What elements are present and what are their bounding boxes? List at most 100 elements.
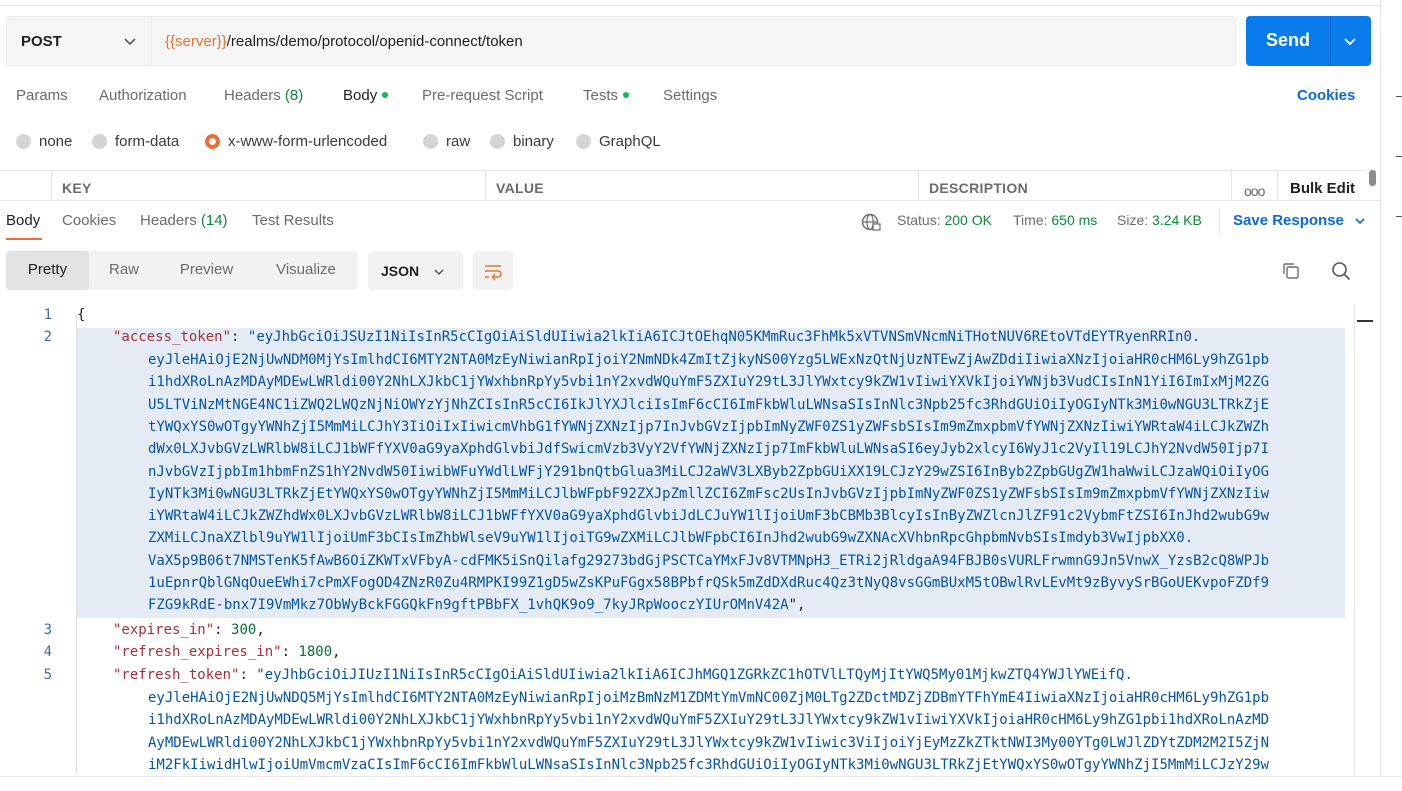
json-string-part: i1hdXRoLnAzMDAyMDEwLWRldi00Y2NhLXJkbC1jY…: [148, 712, 1270, 729]
save-response-button[interactable]: Save Response: [1233, 212, 1366, 229]
copy-icon[interactable]: [1281, 261, 1301, 281]
resp-tab-cookies[interactable]: Cookies: [62, 212, 116, 229]
code-line-wrap: VaX5p9B06t7NMSTenK5fAwB6OiZKWTxVFbyA-cdF…: [148, 553, 1269, 569]
response-time: Time: 650 ms: [1013, 212, 1097, 228]
radio-label: none: [39, 133, 73, 150]
send-button[interactable]: Send: [1246, 16, 1371, 66]
tab-label: Body: [343, 87, 378, 104]
body-type-raw[interactable]: raw: [423, 133, 470, 150]
tab-tests[interactable]: Tests: [583, 87, 630, 104]
code-line-wrap: eyJleHAiOjE2NjUwNDQ5MjYsImlhdCI6MTY2NTA0…: [148, 690, 1269, 706]
method-label: POST: [21, 32, 62, 50]
url-input[interactable]: {{server}}/realms/demo/protocol/openid-c…: [151, 16, 1236, 66]
params-table-header: KEY VALUE DESCRIPTION ooo Bulk Edit: [0, 170, 1366, 201]
json-string-part: FZG9kRdE-bnx7I9VmMkz7ObWyBckFGGQkFn9gftP…: [148, 597, 789, 614]
tab-label: Cookies: [62, 212, 117, 229]
line-number: 5: [43, 667, 52, 683]
json-string-part: AyMDEwLWRldi00Y2NhLXJkbC1jYWxhbnRpYy5vbi…: [148, 734, 1270, 751]
tab-authorization[interactable]: Authorization: [99, 87, 187, 104]
tab-label: Pre-request Script: [422, 87, 543, 104]
scrollbar-thumb[interactable]: [1369, 170, 1376, 186]
view-pretty[interactable]: Pretty: [6, 251, 89, 290]
column-value: VALUE: [485, 171, 918, 201]
view-raw[interactable]: Raw: [89, 251, 159, 290]
json-string: "eyJhbGciOiJIUzI1NiIsInR5cCIgOiAiSldUIiw…: [256, 667, 1133, 683]
radio-icon: [92, 134, 107, 149]
globe-icon[interactable]: [861, 212, 881, 232]
search-icon[interactable]: [1331, 261, 1351, 281]
body-type-urlencoded[interactable]: x-www-form-urlencoded: [205, 133, 387, 150]
url-path: /realms/demo/protocol/openid-connect/tok…: [226, 32, 523, 50]
radio-label: GraphQL: [599, 133, 661, 150]
json-string-part: tYWQxYS0wOTgyYWNhZjI5MmMiLCJhY3IiOiIxIiw…: [148, 418, 1270, 435]
tab-label: Tests: [583, 87, 619, 104]
tab-body[interactable]: Body: [343, 87, 389, 104]
line-number: 3: [43, 622, 52, 638]
response-body-viewer[interactable]: 1 { 2 "access_token": "eyJhbGciOiJSUzI1N…: [0, 304, 1350, 774]
more-options-icon[interactable]: ooo: [1244, 183, 1265, 199]
radio-icon: [16, 134, 31, 149]
json-string-part: eyJleHAiOjE2NjUwNDQ5MjYsImlhdCI6MTY2NTA0…: [148, 690, 1270, 706]
response-size: Size: 3.24 KB: [1117, 212, 1202, 228]
chevron-down-icon: [124, 38, 136, 46]
code-line-wrap: U5LTViNzMtNGE4NC1iZWQ2LWQzNjNiOWYzYjNhZC…: [148, 397, 1269, 413]
code-scrollbar[interactable]: [1354, 304, 1380, 774]
code-line-wrap: iM2FkIiwidHlwIjoiUmVmcmVzaCIsImF6cCI6ImF…: [148, 757, 1269, 773]
code-line: "access_token": "eyJhbGciOiJSUzI1NiIsInR…: [113, 329, 1201, 345]
code-line-wrap: iYWRtaW4iLCJkZWZhdWx0LXJvbGVzLWRlbW8iLCJ…: [148, 508, 1269, 524]
tab-headers[interactable]: Headers (8): [224, 87, 303, 104]
code-line-wrap: dWx0LXJvbGVzLWRlbW8iLCJ1bWFfYXV0aG9yaXph…: [148, 441, 1269, 457]
active-tab-underline: [6, 238, 42, 240]
view-preview[interactable]: Preview: [159, 251, 254, 290]
json-key: "refresh_expires_in": [113, 644, 282, 660]
line-number: 2: [43, 329, 52, 345]
code-line-wrap: ZXMiLCJnaXZlbl9uYW1lIjoiUmF3bCIsImZhbWls…: [148, 530, 1193, 546]
body-type-binary[interactable]: binary: [490, 133, 554, 150]
top-divider: [0, 5, 1380, 6]
json-string-part: dWx0LXJvbGVzLWRlbW8iLCJ1bWFfYXV0aG9yaXph…: [148, 441, 1270, 458]
view-visualize[interactable]: Visualize: [254, 251, 358, 290]
json-string-part: iYWRtaW4iLCJkZWZhdWx0LXJvbGVzLWRlbW8iLCJ…: [148, 508, 1270, 525]
format-select[interactable]: JSON: [368, 251, 463, 290]
radio-selected-icon: [205, 134, 220, 149]
send-options-chevron-icon[interactable]: [1343, 34, 1357, 48]
tab-label: Params: [16, 87, 68, 104]
resp-tab-test-results[interactable]: Test Results: [252, 212, 334, 229]
status-label: Status:: [897, 212, 941, 228]
json-string-part: 1uEpnrQblGNqOueEWhi7cPmXFogOD4ZNzR0Zu4RM…: [148, 575, 1270, 591]
body-type-form-data[interactable]: form-data: [92, 133, 179, 150]
column-key: KEY: [51, 171, 485, 201]
bulk-edit-button[interactable]: Bulk Edit: [1290, 180, 1355, 197]
code-line-wrap: i1hdXRoLnAzMDAyMDEwLWRldi00Y2NhLXJkbC1jY…: [148, 712, 1269, 728]
size-value: 3.24 KB: [1152, 212, 1202, 228]
wrap-lines-button[interactable]: [473, 251, 513, 290]
status-value: 200 OK: [944, 212, 992, 228]
chevron-down-icon: [1355, 218, 1365, 225]
radio-label: raw: [446, 133, 471, 150]
right-rail-mark: [1396, 216, 1402, 217]
chevron-down-icon: [434, 269, 444, 276]
tab-settings[interactable]: Settings: [663, 87, 717, 104]
active-dot-icon: [382, 92, 389, 99]
tab-params[interactable]: Params: [16, 87, 68, 104]
line-number: 1: [43, 307, 52, 323]
resp-tab-body[interactable]: Body: [6, 212, 40, 229]
body-type-graphql[interactable]: GraphQL: [576, 133, 661, 150]
column-divider: [1277, 171, 1278, 201]
cookies-link[interactable]: Cookies: [1297, 87, 1355, 104]
resp-tab-headers[interactable]: Headers (14): [140, 212, 228, 229]
code-line: {: [77, 307, 86, 323]
radio-label: x-www-form-urlencoded: [228, 133, 388, 150]
response-status: Status: 200 OK: [897, 212, 992, 228]
tab-pre-request-script[interactable]: Pre-request Script: [422, 87, 543, 104]
json-number: 1800: [298, 644, 333, 660]
send-label: Send: [1265, 30, 1310, 50]
column-divider: [1231, 171, 1232, 201]
tab-label: Authorization: [99, 87, 187, 104]
json-string-part: eyJleHAiOjE2NjUwNDM0MjYsImlhdCI6MTY2NTA0…: [148, 352, 1270, 368]
json-string-part: iM2FkIiwidHlwIjoiUmVmcmVzaCIsImF6cCI6ImF…: [148, 756, 1270, 773]
tab-label: Test Results: [252, 212, 334, 229]
body-type-none[interactable]: none: [16, 133, 72, 150]
method-select[interactable]: POST: [6, 16, 151, 66]
wrap-lines-icon: [485, 265, 502, 281]
